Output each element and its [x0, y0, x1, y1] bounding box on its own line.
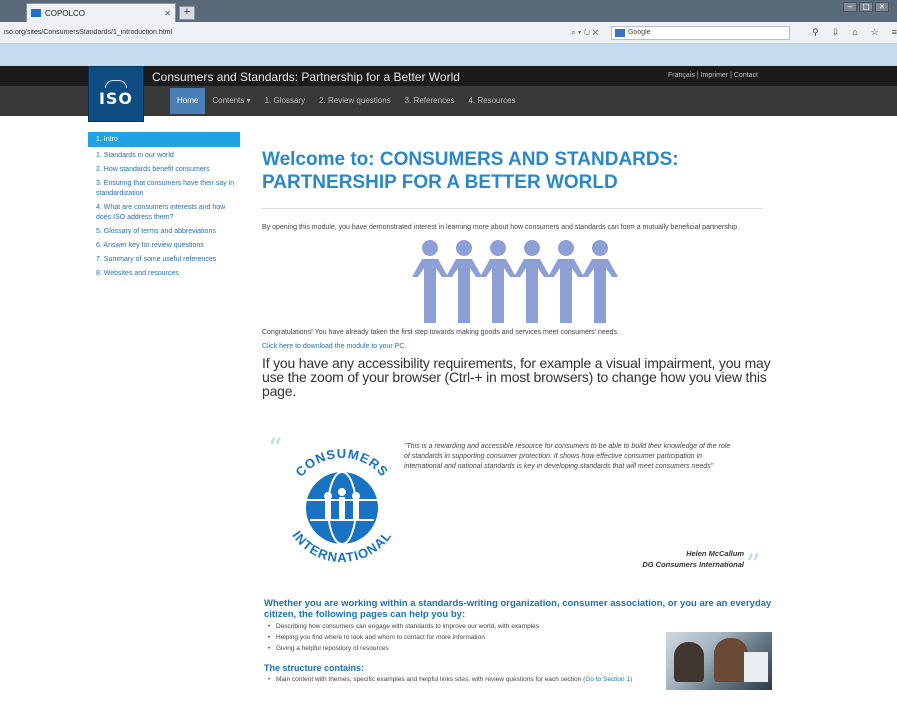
sidebar-item-websites[interactable]: 8. Websites and resources — [96, 269, 240, 279]
people-figures-icon — [412, 240, 618, 323]
quote-text: "This is a rewarding and accessible reso… — [404, 443, 731, 470]
sidebar-item-standards[interactable]: 1. Standards in our world — [96, 151, 240, 161]
nav-resources[interactable]: 4. Resources — [461, 88, 522, 114]
search-engine-icon — [614, 28, 625, 37]
sidebar-item-glossary[interactable]: 5. Glossary of terms and abbreviations — [96, 227, 240, 237]
site-title: Consumers and Standards: Partnership for… — [152, 70, 460, 84]
help-heading: Whether you are working within a standar… — [264, 598, 772, 620]
sidebar: 1. Intro 1. Standards in our world 2. Ho… — [88, 132, 240, 279]
search-placeholder: Google — [627, 29, 651, 36]
minimize-button[interactable]: – — [843, 2, 857, 12]
download-icon[interactable]: ⇩ — [832, 27, 840, 38]
logo-arc-icon — [105, 80, 127, 88]
logo-text: ISO — [98, 89, 134, 108]
url-field[interactable]: iso.org/sites/ConsumersStandards/1_intro… — [4, 29, 571, 36]
sidebar-item-summary[interactable]: 7. Summary of some useful references — [96, 255, 240, 265]
address-bar: iso.org/sites/ConsumersStandards/1_intro… — [0, 22, 897, 44]
nav-glossary[interactable]: 1. Glossary — [258, 88, 312, 114]
accessibility-text: If you have any accessibility requiremen… — [262, 355, 771, 399]
search-icon[interactable]: ⚲ — [812, 27, 819, 38]
author-org: DG Consumers International — [642, 560, 744, 569]
close-window-button[interactable]: ✕ — [875, 2, 889, 12]
people-photo — [666, 632, 772, 690]
top-links[interactable]: Français | Imprimer | Contact — [668, 72, 758, 79]
browser-tab[interactable]: COPOLCO ✕ — [26, 3, 176, 22]
toolbar-icons: ⚲ ⇩ ⌂ ☆ ≡ — [812, 27, 897, 38]
menu-icon[interactable]: ≡ — [892, 27, 897, 38]
people-illustration — [262, 239, 772, 329]
globe-logo-icon: CONSUMERS INTERNATIONAL — [289, 446, 393, 565]
new-tab-button[interactable]: + — [179, 6, 195, 20]
congrats-text: Congratulations! You have already taken … — [262, 329, 619, 336]
sidebar-item-benefits[interactable]: 2. How standards benefit consumers — [96, 165, 240, 175]
quote-author: Helen McCallum DG Consumers Internationa… — [642, 548, 744, 570]
person-silhouette — [714, 638, 748, 682]
intro-text: By opening this module, you have demonst… — [262, 224, 740, 231]
sidebar-item-interests[interactable]: 4. What are consumers interests and how … — [96, 203, 240, 223]
go-to-section-link[interactable]: (Go to Section 1) — [583, 676, 632, 683]
bookmarks-icon[interactable]: ☆ — [871, 27, 879, 38]
sidebar-item-answer-key[interactable]: 6. Answer key for review questions — [96, 241, 240, 251]
nav-references[interactable]: 3. References — [398, 88, 462, 114]
divider — [262, 208, 762, 209]
page-title: Welcome to: CONSUMERS AND STANDARDS: PAR… — [262, 149, 679, 193]
browser-tab-bar: COPOLCO ✕ + — [0, 0, 897, 22]
author-name: Helen McCallum — [686, 549, 744, 558]
bookmark-strip — [0, 44, 897, 66]
close-tab-icon[interactable]: ✕ — [164, 9, 171, 18]
help-item: Describing how consumers can engage with… — [268, 623, 774, 631]
sidebar-item-intro[interactable]: 1. Intro — [88, 132, 240, 147]
testimonial: “ CONSUMERS INTERNATIONAL "This is a rew… — [262, 430, 772, 581]
sidebar-item-ensuring[interactable]: 3. Ensuring that consumers have their sa… — [96, 179, 240, 199]
quote-close-icon: ” — [746, 548, 761, 581]
main-nav: Home Contents ▾ 1. Glossary 2. Review qu… — [170, 88, 523, 114]
window-controls: – ▢ ✕ — [843, 2, 889, 12]
nav-contents[interactable]: Contents ▾ — [205, 88, 257, 114]
home-icon[interactable]: ⌂ — [852, 27, 857, 38]
consumers-international-logo: CONSUMERS INTERNATIONAL — [272, 440, 412, 565]
url-controls[interactable]: ⌕ ▾ ↻ ✕ — [571, 28, 611, 38]
person-silhouette — [674, 642, 704, 682]
favicon-icon — [31, 9, 41, 17]
download-link[interactable]: Click here to download the module to you… — [262, 343, 772, 350]
nav-review-questions[interactable]: 2. Review questions — [312, 88, 398, 114]
main-content: Welcome to: CONSUMERS AND STANDARDS: PAR… — [262, 148, 772, 398]
tab-title: COPOLCO — [45, 8, 86, 18]
search-input[interactable]: Google — [610, 25, 791, 40]
maximize-button[interactable]: ▢ — [859, 2, 873, 12]
nav-home[interactable]: Home — [170, 88, 206, 114]
structure-item-text: Main content with themes, specific examp… — [276, 676, 582, 683]
iso-logo[interactable]: ISO — [88, 66, 144, 122]
screen-shape — [744, 652, 768, 682]
